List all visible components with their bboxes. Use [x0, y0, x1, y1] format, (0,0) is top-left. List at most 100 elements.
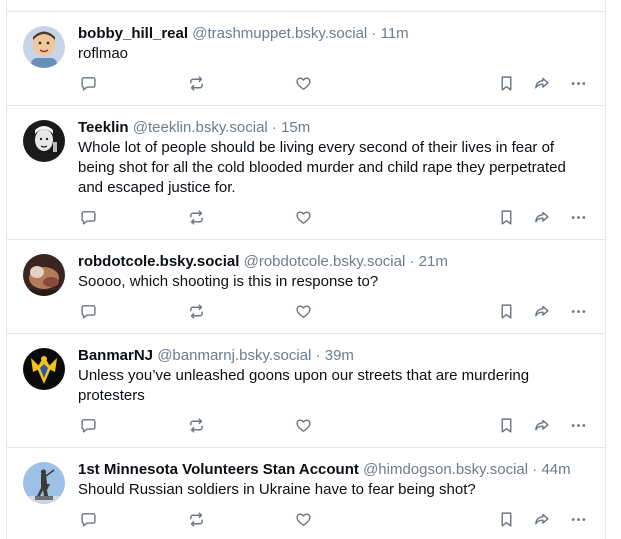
post-item[interactable]: 1st Minnesota Volunteers Stan Account @h…: [7, 448, 605, 539]
avatar[interactable]: [23, 120, 65, 162]
share-icon: [533, 417, 550, 434]
post-item[interactable]: robdotcole.bsky.social @robdotcole.bsky.…: [7, 240, 605, 334]
like-icon: [295, 75, 312, 92]
share-icon: [533, 511, 550, 528]
author-name[interactable]: bobby_hill_real: [78, 25, 188, 42]
post-text: Whole lot of people should be living eve…: [78, 139, 566, 196]
post-item[interactable]: Teeklin @teeklin.bsky.social · 15m Whole…: [7, 106, 605, 240]
like-button[interactable]: [293, 207, 313, 227]
repost-icon: [188, 511, 205, 528]
more-options-button[interactable]: [568, 301, 588, 321]
share-button[interactable]: [531, 207, 551, 227]
post-actions: [78, 301, 593, 323]
reply-button[interactable]: [78, 415, 98, 435]
post-text: Should Russian soldiers in Ukraine have …: [78, 481, 476, 498]
post-item[interactable]: BanmarNJ @banmarnj.bsky.social · 39m Unl…: [7, 334, 605, 448]
share-icon: [533, 303, 550, 320]
bookmark-icon: [498, 75, 515, 92]
post-header: bobby_hill_real @trashmuppet.bsky.social…: [78, 24, 593, 44]
post-actions: [78, 73, 593, 95]
separator-dot: ·: [371, 25, 377, 42]
like-icon: [295, 209, 312, 226]
post-time[interactable]: 11m: [381, 25, 409, 42]
repost-button[interactable]: [186, 415, 206, 435]
more-options-button[interactable]: [568, 207, 588, 227]
more-options-button[interactable]: [568, 73, 588, 93]
author-handle[interactable]: @banmarnj.bsky.social: [157, 347, 311, 364]
like-button[interactable]: [293, 301, 313, 321]
share-button[interactable]: [531, 415, 551, 435]
repost-button[interactable]: [186, 73, 206, 93]
post-time[interactable]: 39m: [325, 347, 354, 364]
more-options-button[interactable]: [568, 509, 588, 529]
share-button[interactable]: [531, 301, 551, 321]
post-header: BanmarNJ @banmarnj.bsky.social · 39m: [78, 346, 593, 366]
reply-button[interactable]: [78, 73, 98, 93]
repost-button[interactable]: [186, 509, 206, 529]
post-feed: bobby_hill_real @trashmuppet.bsky.social…: [6, 0, 606, 539]
author-name[interactable]: robdotcole.bsky.social: [78, 253, 239, 270]
post-header: robdotcole.bsky.social @robdotcole.bsky.…: [78, 252, 593, 272]
more-icon: [570, 511, 587, 528]
repost-button[interactable]: [186, 301, 206, 321]
author-name[interactable]: BanmarNJ: [78, 347, 153, 364]
post-time[interactable]: 21m: [419, 253, 448, 270]
post-actions: [78, 207, 593, 229]
post-header: 1st Minnesota Volunteers Stan Account @h…: [78, 460, 593, 480]
more-icon: [570, 417, 587, 434]
like-button[interactable]: [293, 73, 313, 93]
post-text: roflmao: [78, 45, 129, 62]
author-handle[interactable]: @trashmuppet.bsky.social: [192, 25, 367, 42]
repost-icon: [188, 75, 205, 92]
post-text: Unless you’ve unleashed goons upon our s…: [78, 367, 530, 404]
post-item[interactable]: bobby_hill_real @trashmuppet.bsky.social…: [7, 12, 605, 106]
reply-icon: [80, 209, 97, 226]
bookmark-button[interactable]: [496, 415, 516, 435]
avatar[interactable]: [23, 462, 65, 504]
bookmark-icon: [498, 511, 515, 528]
more-icon: [570, 303, 587, 320]
post-actions: [78, 509, 593, 531]
bookmark-icon: [498, 417, 515, 434]
like-button[interactable]: [293, 509, 313, 529]
more-icon: [570, 209, 587, 226]
share-icon: [533, 209, 550, 226]
reply-button[interactable]: [78, 509, 98, 529]
repost-icon: [188, 303, 205, 320]
separator-dot: ·: [409, 253, 415, 270]
like-button[interactable]: [293, 415, 313, 435]
author-handle[interactable]: @teeklin.bsky.social: [133, 119, 268, 136]
share-button[interactable]: [531, 73, 551, 93]
author-name[interactable]: Teeklin: [78, 119, 129, 136]
more-icon: [570, 75, 587, 92]
bookmark-button[interactable]: [496, 207, 516, 227]
separator-dot: ·: [532, 461, 538, 478]
like-icon: [295, 511, 312, 528]
more-options-button[interactable]: [568, 415, 588, 435]
author-name[interactable]: 1st Minnesota Volunteers Stan Account: [78, 461, 359, 478]
post-time[interactable]: 15m: [281, 119, 310, 136]
bookmark-icon: [498, 209, 515, 226]
reply-icon: [80, 303, 97, 320]
author-handle[interactable]: @robdotcole.bsky.social: [244, 253, 406, 270]
bookmark-icon: [498, 303, 515, 320]
author-handle[interactable]: @himdogson.bsky.social: [363, 461, 528, 478]
reply-icon: [80, 511, 97, 528]
reply-button[interactable]: [78, 207, 98, 227]
like-icon: [295, 303, 312, 320]
avatar[interactable]: [23, 348, 65, 390]
post-text: Soooo, which shooting is this in respons…: [78, 273, 379, 290]
bookmark-button[interactable]: [496, 509, 516, 529]
repost-icon: [188, 209, 205, 226]
reply-icon: [80, 75, 97, 92]
reply-button[interactable]: [78, 301, 98, 321]
bookmark-button[interactable]: [496, 73, 516, 93]
avatar[interactable]: [23, 26, 65, 68]
share-button[interactable]: [531, 509, 551, 529]
repost-button[interactable]: [186, 207, 206, 227]
avatar[interactable]: [23, 254, 65, 296]
bookmark-button[interactable]: [496, 301, 516, 321]
repost-icon: [188, 417, 205, 434]
post-time[interactable]: 44m: [541, 461, 570, 478]
post-actions: [78, 415, 593, 437]
